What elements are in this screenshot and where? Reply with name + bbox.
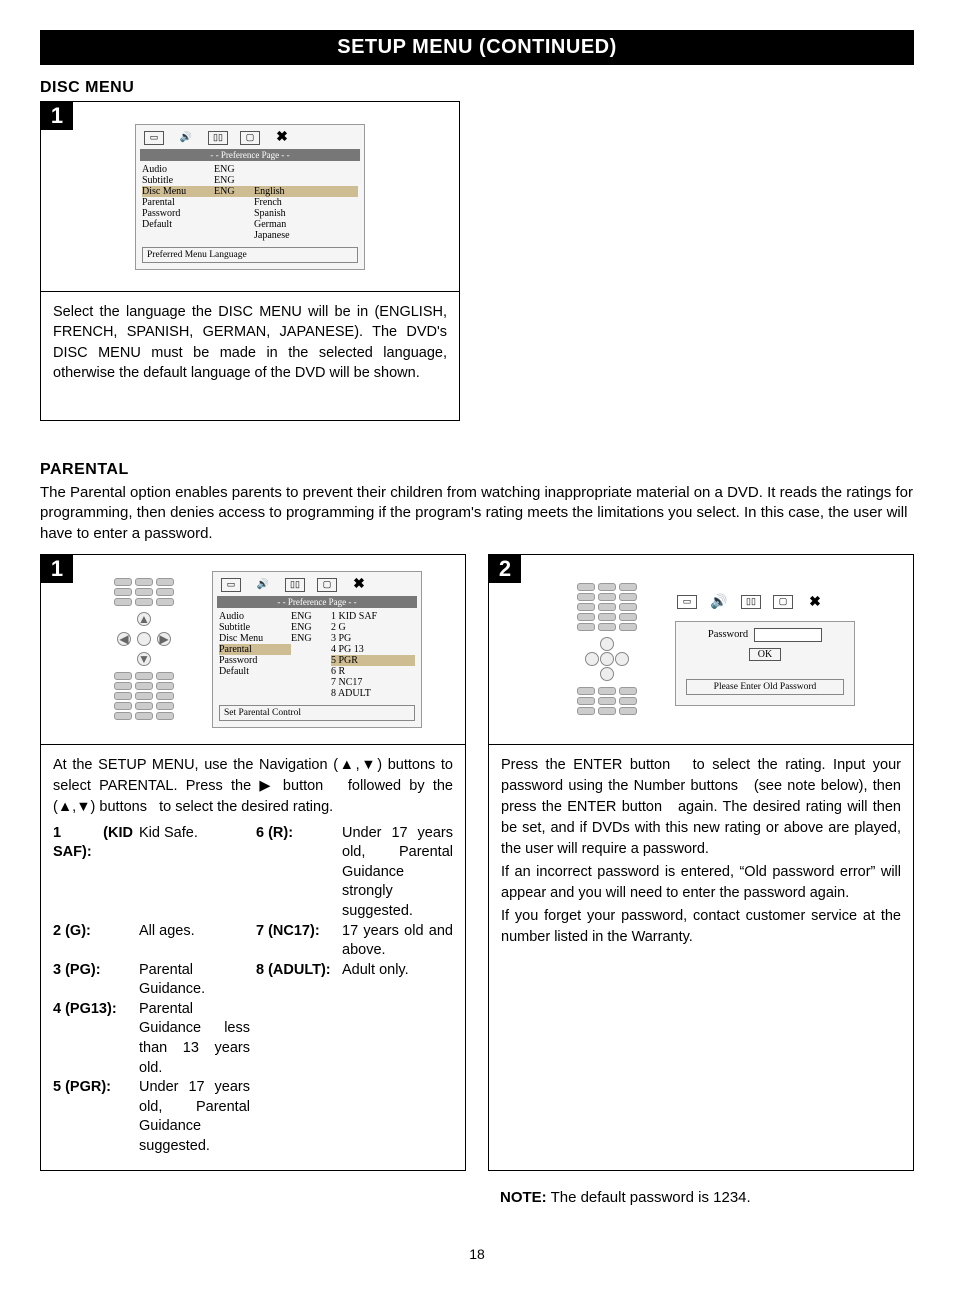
osd-row: Japanese [142, 230, 358, 241]
dolby-icon: ▯▯ [741, 595, 761, 609]
rating-label: 8 (ADULT): [256, 961, 336, 1000]
rating-desc: Parental Guidance less than 13 years old… [139, 1000, 250, 1078]
rating-label: 4 (PG13): [53, 1000, 133, 1078]
rating-label: 1 (KID SAF): [53, 824, 133, 922]
rating-desc: 17 years old and above. [342, 922, 453, 961]
speaker-icon: 🔊 [253, 578, 273, 592]
osd-footer: Preferred Menu Language [142, 247, 358, 263]
rating-desc [342, 1078, 453, 1156]
close-icon: ✖ [272, 131, 292, 145]
close-icon: ✖ [349, 578, 369, 592]
speaker-icon: 🔊 [176, 131, 196, 145]
dolby-icon: ▯▯ [208, 131, 228, 145]
general-icon: ▭ [221, 578, 241, 592]
osd-row: AudioENG [142, 164, 358, 175]
rating-label: 5 (PGR): [53, 1078, 133, 1156]
disc-menu-step-box: 1 ▭ 🔊 ▯▯ ▢ ✖ - - Preference Page - - Aud… [40, 101, 460, 421]
parental-step2-instruction: Press the ENTER button to select the rat… [489, 745, 913, 962]
rating-desc: Under 17 years old, Parental Guidance st… [342, 824, 453, 922]
video-icon: ▢ [773, 595, 793, 609]
step-badge: 1 [41, 102, 73, 130]
rating-desc: Parental Guidance. [139, 961, 250, 1000]
default-password-note: NOTE: The default password is 1234. [500, 1189, 914, 1206]
password-prompt: Please Enter Old Password [686, 679, 844, 695]
note-text: The default password is 1234. [547, 1189, 751, 1206]
page-header-bar: SETUP MENU (CONTINUED) [40, 30, 914, 65]
rating-desc: Under 17 years old, Parental Guidance su… [139, 1078, 250, 1156]
osd-tab-icons: ▭ 🔊 ▯▯ ▢ ✖ [142, 129, 358, 149]
rating-desc: All ages. [139, 922, 250, 961]
general-icon: ▭ [144, 131, 164, 145]
osd-preference-disc-menu: ▭ 🔊 ▯▯ ▢ ✖ - - Preference Page - - Audio… [135, 124, 365, 270]
speaker-icon: 🔊 [709, 595, 729, 609]
rating-desc: Kid Safe. [139, 824, 250, 922]
password-label: Password [708, 629, 748, 640]
rating-label: 7 (NC17): [256, 922, 336, 961]
parental-heading: PARENTAL [40, 461, 914, 479]
dolby-icon: ▯▯ [285, 578, 305, 592]
osd-password-dialog: ▭ 🔊 ▯▯ ▢ ✖ Password OK Please Enter Old … [675, 593, 855, 706]
osd-preference-parental: ▭ 🔊 ▯▯ ▢ ✖ - - Preference Page - - Audio… [212, 571, 422, 728]
instruction-paragraph: Press the ENTER button to select the rat… [501, 755, 901, 860]
instruction-paragraph: If you forget your password, contact cus… [501, 906, 901, 948]
rating-label: 6 (R): [256, 824, 336, 922]
disc-menu-instruction: Select the language the DISC MENU will b… [41, 292, 459, 397]
rating-label: 3 (PG): [53, 961, 133, 1000]
osd-row: SubtitleENG [142, 175, 358, 186]
rating-label [256, 1000, 336, 1078]
rating-desc [342, 1000, 453, 1078]
video-icon: ▢ [317, 578, 337, 592]
disc-menu-heading: DISC MENU [40, 79, 914, 97]
remote-illustration [557, 583, 657, 715]
password-field[interactable] [754, 628, 822, 642]
osd-tab-icons: ▭ 🔊 ▯▯ ▢ ✖ [675, 593, 855, 613]
osd-row: Disc MenuENGEnglish [142, 186, 358, 197]
remote-illustration: ▲ ▼ ◀ ▶ [94, 578, 194, 720]
osd-row: 8 ADULT [219, 688, 415, 699]
video-icon: ▢ [240, 131, 260, 145]
parental-step1-box: 1 ▲ ▼ ◀ ▶ [40, 554, 466, 1172]
osd-row: DefaultGerman [142, 219, 358, 230]
osd-row: SubtitleENG2 G [219, 622, 415, 633]
close-icon: ✖ [805, 595, 825, 609]
osd-row: Password5 PGR [219, 655, 415, 666]
osd-row: Disc MenuENG3 PG [219, 633, 415, 644]
parental-step1-lead: At the SETUP MENU, use the Navigation (▲… [53, 755, 453, 818]
page-number: 18 [40, 1246, 914, 1262]
parental-step2-box: 2 [488, 554, 914, 1172]
osd-row: PasswordSpanish [142, 208, 358, 219]
rating-desc: Adult only. [342, 961, 453, 1000]
osd-row: ParentalFrench [142, 197, 358, 208]
general-icon: ▭ [677, 595, 697, 609]
osd-row: 7 NC17 [219, 677, 415, 688]
ok-button[interactable]: OK [749, 648, 781, 661]
page-header-title: SETUP MENU (CONTINUED) [337, 36, 617, 58]
osd-row: Default6 R [219, 666, 415, 677]
instruction-paragraph: If an incorrect password is entered, “Ol… [501, 862, 901, 904]
osd-row: Parental4 PG 13 [219, 644, 415, 655]
rating-label: 2 (G): [53, 922, 133, 961]
osd-footer: Set Parental Control [219, 705, 415, 721]
rating-label [256, 1078, 336, 1156]
ratings-definitions: 1 (KID SAF):Kid Safe.6 (R):Under 17 year… [53, 824, 453, 1157]
osd-page-title: - - Preference Page - - [217, 596, 417, 608]
osd-tab-icons: ▭ 🔊 ▯▯ ▢ ✖ [219, 576, 415, 596]
osd-row: AudioENG1 KID SAF [219, 611, 415, 622]
note-label: NOTE: [500, 1189, 547, 1206]
parental-intro: The Parental option enables parents to p… [40, 483, 914, 544]
osd-page-title: - - Preference Page - - [140, 149, 360, 161]
